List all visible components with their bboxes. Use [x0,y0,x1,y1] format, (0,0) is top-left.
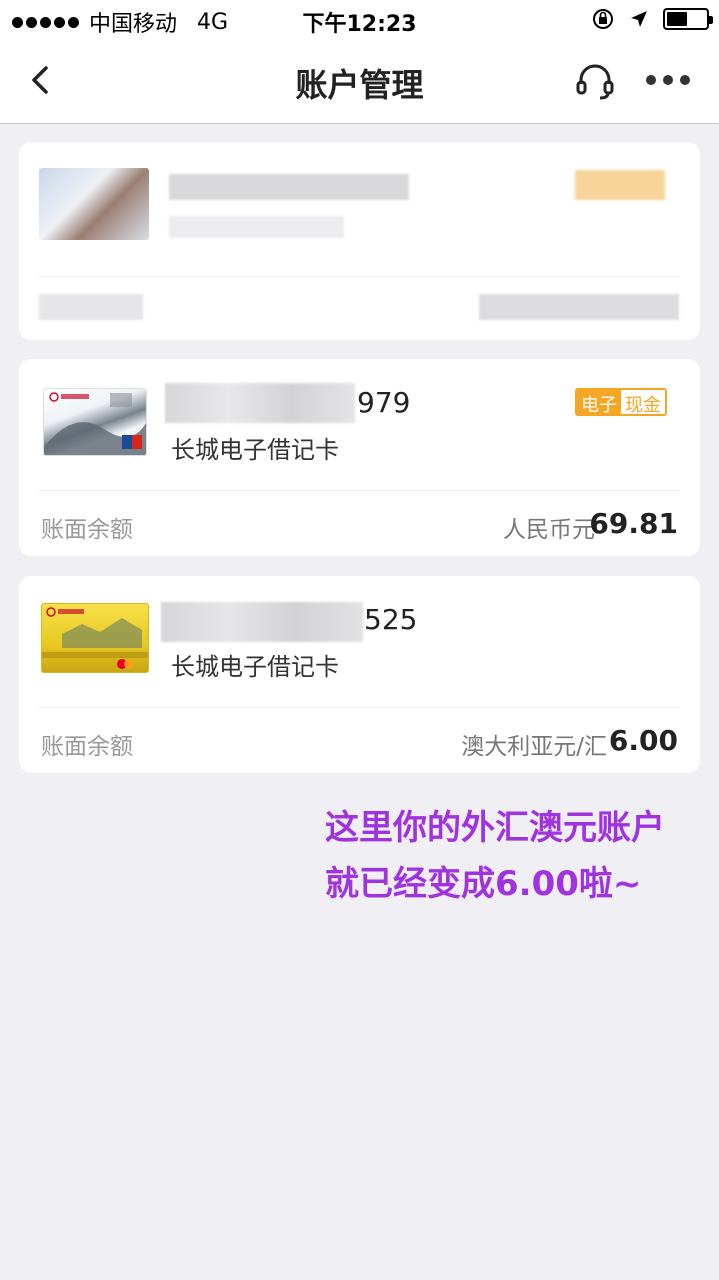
masked-card-type [169,216,344,238]
balance-amount: 69.81 [589,507,678,540]
bank-card-art-icon [42,607,148,669]
balance-currency: 人民币元 [503,517,595,543]
balance-label: 账面余额 [41,734,133,760]
location-arrow-icon [631,11,647,27]
rotation-lock-icon [593,9,613,29]
badge-left-text: 电子 [577,390,621,414]
masked-balance [479,294,679,320]
card-thumbnail [43,388,147,456]
navigation-bar: 账户管理 [0,40,719,124]
badge-right-text: 现金 [621,390,665,414]
balance-amount: 6.00 [608,724,678,757]
card-type-label: 长城电子借记卡 [171,436,339,464]
account-card-2[interactable]: 979 长城电子借记卡 电子 现金 账面余额 人民币元 69.81 [19,359,700,556]
card-thumbnail [39,168,149,240]
card-number-suffix: 525 [364,603,418,636]
card-type-label: 长城电子借记卡 [171,653,339,681]
status-right [591,7,713,31]
card-divider [39,490,680,491]
annotation-text: 这里你的外汇澳元账户 就已经变成6.00啦~ [325,800,705,912]
battery-icon [663,8,713,30]
balance-currency: 澳大利亚元/汇 [461,734,607,760]
annotation-line-1: 这里你的外汇澳元账户 [325,808,665,848]
headset-icon[interactable] [572,58,618,104]
balance-label: 账面余额 [41,517,133,543]
masked-balance-label [39,294,143,320]
masked-tag [575,170,665,200]
status-bar: 中国移动 4G 下午12:23 [0,0,719,40]
card-thumbnail [41,603,149,673]
account-card-1[interactable] [19,142,700,340]
e-cash-badge: 电子 现金 [575,388,667,416]
card-divider [39,276,680,277]
annotation-line-2: 就已经变成6.00啦~ [325,864,642,904]
masked-card-number [161,602,363,642]
masked-card-number [169,174,409,200]
account-card-3[interactable]: 525 长城电子借记卡 账面余额 澳大利亚元/汇 6.00 [19,576,700,773]
card-divider [39,707,680,708]
more-options-icon[interactable] [646,70,692,90]
bank-card-art-icon [44,392,146,455]
card-number-suffix: 979 [357,386,411,419]
masked-card-number [165,383,355,423]
